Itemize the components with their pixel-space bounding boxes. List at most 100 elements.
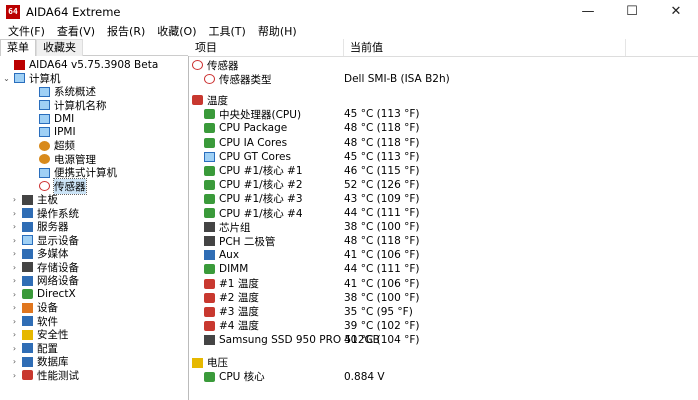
tree-item-computer-child[interactable]: 计算机名称 xyxy=(27,99,107,113)
directx-icon xyxy=(22,289,33,300)
row-value: 41 °C (106 °F) xyxy=(344,277,420,290)
gauge-icon xyxy=(204,74,215,85)
collapsed-chevron-icon[interactable]: › xyxy=(10,236,19,245)
tree-item-computer-child[interactable]: 传感器 xyxy=(27,177,87,195)
data-row[interactable]: CPU GT Cores 45 °C (113 °F) xyxy=(189,150,698,164)
tree-item-category[interactable]: › 数据库 xyxy=(10,355,69,369)
data-row[interactable]: 中央处理器(CPU) 45 °C (113 °F) xyxy=(189,107,698,121)
tree-root[interactable]: AIDA64 v5.75.3908 Beta xyxy=(2,58,158,72)
menu-file[interactable]: 文件(F) xyxy=(8,23,45,39)
tree-item-category[interactable]: › 软件 xyxy=(10,315,58,329)
data-row[interactable]: PCH 二极管 48 °C (118 °F) xyxy=(189,234,698,248)
tree-item-label: AIDA64 v5.75.3908 Beta xyxy=(29,58,159,71)
laptop-icon xyxy=(39,167,50,178)
data-row[interactable]: Samsung SSD 950 PRO 512GB 40 °C (104 °F) xyxy=(189,333,698,347)
tab-favorites[interactable]: 收藏夹 xyxy=(36,39,83,56)
data-row[interactable]: Aux 41 °C (106 °F) xyxy=(189,248,698,262)
data-row[interactable]: 芯片组 38 °C (100 °F) xyxy=(189,220,698,234)
tree-item-computer-child[interactable]: 系统概述 xyxy=(27,85,96,99)
speaker-icon xyxy=(22,248,33,259)
data-row[interactable]: CPU #1/核心 #3 43 °C (109 °F) xyxy=(189,192,698,206)
tree-item-computer-child[interactable]: 超频 xyxy=(27,139,75,153)
collapsed-chevron-icon[interactable]: › xyxy=(10,249,19,258)
row-value: 45 °C (113 °F) xyxy=(344,150,420,163)
collapsed-chevron-icon[interactable]: › xyxy=(10,344,19,353)
section-header-sensor[interactable]: 传感器 xyxy=(189,58,698,72)
column-header-value[interactable]: 当前值 xyxy=(344,39,626,56)
collapsed-chevron-icon[interactable]: › xyxy=(10,303,19,312)
tree-item-category[interactable]: › DirectX xyxy=(10,288,76,302)
expanded-chevron-icon[interactable]: ⌄ xyxy=(2,74,11,83)
data-row[interactable]: CPU #1/核心 #4 44 °C (111 °F) xyxy=(189,206,698,220)
navigation-tree: AIDA64 v5.75.3908 Beta ⌄ 计算机 系统概述 计算机名称 DMI IP… xyxy=(0,56,189,400)
menu-report[interactable]: 报告(R) xyxy=(107,23,145,39)
tree-item-computer-child[interactable]: IPMI xyxy=(27,126,76,140)
collapsed-chevron-icon[interactable]: › xyxy=(10,330,19,339)
collapsed-chevron-icon[interactable]: › xyxy=(10,276,19,285)
menu-tools[interactable]: 工具(T) xyxy=(209,23,246,39)
tree-item-computer-child[interactable]: 便携式计算机 xyxy=(27,166,117,180)
section-header-voltage[interactable]: 电压 xyxy=(189,356,698,370)
tree-item-category[interactable]: › 多媒体 xyxy=(10,247,69,261)
tree-item-label: 网络设备 xyxy=(37,275,79,288)
menu-favorites[interactable]: 收藏(O) xyxy=(157,23,196,39)
tree-item-category[interactable]: › 配置 xyxy=(10,342,58,356)
collapsed-chevron-icon[interactable]: › xyxy=(10,195,19,204)
column-header-item[interactable]: 项目 xyxy=(189,39,344,56)
data-row[interactable]: #1 温度 41 °C (106 °F) xyxy=(189,277,698,291)
row-value: 44 °C (111 °F) xyxy=(344,207,420,220)
thermometer-icon xyxy=(204,306,215,317)
collapsed-chevron-icon[interactable]: › xyxy=(10,371,19,380)
data-row[interactable]: #2 温度 38 °C (100 °F) xyxy=(189,291,698,305)
data-row[interactable]: CPU #1/核心 #2 52 °C (126 °F) xyxy=(189,178,698,192)
collapsed-chevron-icon[interactable]: › xyxy=(10,222,19,231)
monitor-icon xyxy=(39,127,50,138)
row-value: 39 °C (102 °F) xyxy=(344,319,420,332)
data-row[interactable]: CPU IA Cores 48 °C (118 °F) xyxy=(189,136,698,150)
windows-icon xyxy=(22,208,33,219)
dimm-icon xyxy=(204,264,215,275)
close-button[interactable]: ✕ xyxy=(654,0,698,23)
tree-item-category[interactable]: › 安全性 xyxy=(10,328,69,342)
collapsed-chevron-icon[interactable]: › xyxy=(10,263,19,272)
tree-item-category[interactable]: › 存储设备 xyxy=(10,261,79,275)
tree-item-computer-child[interactable]: DMI xyxy=(27,112,74,126)
data-row[interactable]: CPU Package 48 °C (118 °F) xyxy=(189,121,698,135)
row-value: 41 °C (106 °F) xyxy=(344,249,420,262)
tab-menu[interactable]: 菜单 xyxy=(0,39,36,56)
tree-item-computer[interactable]: ⌄ 计算机 xyxy=(2,72,60,86)
collapsed-chevron-icon[interactable]: › xyxy=(10,209,19,218)
tree-item-category[interactable]: › 网络设备 xyxy=(10,274,79,288)
data-row[interactable]: #3 温度 35 °C (95 °F) xyxy=(189,305,698,319)
shield-icon xyxy=(22,329,33,340)
data-row[interactable]: #4 温度 39 °C (102 °F) xyxy=(189,319,698,333)
collapsed-chevron-icon[interactable]: › xyxy=(10,357,19,366)
server-icon xyxy=(22,221,33,232)
tree-item-category[interactable]: › 服务器 xyxy=(10,220,69,234)
data-row[interactable]: DIMM 44 °C (111 °F) xyxy=(189,262,698,276)
computer-icon xyxy=(14,73,25,84)
tree-item-category[interactable]: › 主板 xyxy=(10,193,58,207)
data-row[interactable]: CPU 核心 0.884 V xyxy=(189,370,698,384)
monitor-icon xyxy=(39,113,50,124)
tree-item-computer-child[interactable]: 电源管理 xyxy=(27,153,96,167)
tree-item-category[interactable]: › 性能测试 xyxy=(10,369,79,383)
database-icon xyxy=(22,356,33,367)
tree-item-category[interactable]: › 操作系统 xyxy=(10,207,79,221)
row-label: #3 温度 xyxy=(219,306,259,319)
section-header-temperature[interactable]: 温度 xyxy=(189,93,698,107)
tree-item-category[interactable]: › 设备 xyxy=(10,301,58,315)
config-icon xyxy=(22,343,33,354)
collapsed-chevron-icon[interactable]: › xyxy=(10,317,19,326)
collapsed-chevron-icon[interactable]: › xyxy=(10,290,19,299)
maximize-button[interactable]: ☐ xyxy=(610,0,654,23)
flame-icon xyxy=(39,140,50,151)
row-label: 温度 xyxy=(207,94,228,107)
menu-view[interactable]: 查看(V) xyxy=(57,23,95,39)
tree-item-category[interactable]: › 显示设备 xyxy=(10,234,79,248)
minimize-button[interactable]: — xyxy=(566,0,610,23)
window-title: AIDA64 Extreme xyxy=(26,4,121,19)
data-row[interactable]: 传感器类型 Dell SMI-B (ISA B2h) xyxy=(189,72,698,86)
menu-help[interactable]: 帮助(H) xyxy=(258,23,297,39)
data-row[interactable]: CPU #1/核心 #1 46 °C (115 °F) xyxy=(189,164,698,178)
